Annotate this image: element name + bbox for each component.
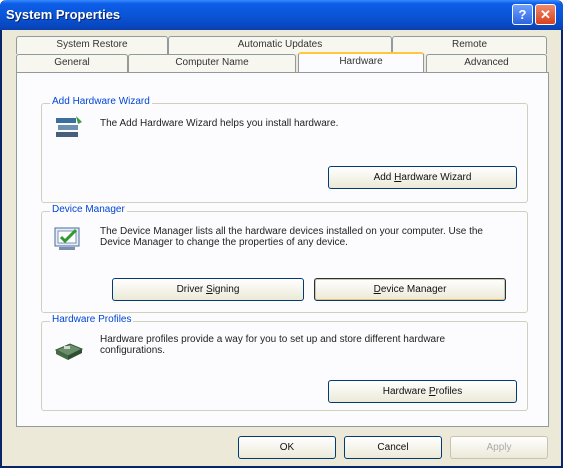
hardware-wizard-icon	[56, 116, 82, 137]
cancel-button[interactable]: Cancel	[344, 436, 442, 459]
hardware-profiles-group: Hardware Profiles Hardware profiles prov…	[41, 314, 528, 411]
help-button[interactable]: ?	[512, 4, 533, 25]
group-label-wizard: Add Hardware Wizard	[50, 96, 152, 107]
tab-computer-name[interactable]: Computer Name	[128, 54, 296, 72]
title-bar[interactable]: System Properties ? ✕	[0, 0, 563, 30]
hardware-profiles-button[interactable]: Hardware Profiles	[328, 380, 517, 403]
tab-advanced[interactable]: Advanced	[426, 54, 547, 72]
device-manager-icon	[54, 227, 80, 250]
add-hardware-wizard-button[interactable]: Add Hardware Wizard	[328, 166, 517, 189]
device-manager-button[interactable]: Device Manager	[314, 278, 506, 301]
group-label-hardware-profiles: Hardware Profiles	[50, 314, 134, 325]
group-label-device-manager: Device Manager	[50, 204, 127, 215]
close-button[interactable]: ✕	[535, 4, 556, 25]
hardware-tab-panel: Add Hardware Wizard The Add Hardware Wiz…	[16, 72, 549, 427]
window-title: System Properties	[6, 7, 121, 22]
driver-signing-button[interactable]: Driver Signing	[112, 278, 304, 301]
device-manager-group: Device Manager The Device Manager lists …	[41, 204, 528, 313]
device-manager-description: The Device Manager lists all the hardwar…	[100, 226, 483, 248]
apply-button[interactable]: Apply	[450, 436, 548, 459]
tab-hardware[interactable]: Hardware	[298, 52, 424, 72]
hardware-profiles-icon	[54, 343, 84, 360]
ok-button[interactable]: OK	[238, 436, 336, 459]
hardware-profiles-description: Hardware profiles provide a way for you …	[100, 334, 445, 356]
wizard-description: The Add Hardware Wizard helps you instal…	[100, 118, 339, 129]
add-hardware-wizard-group: Add Hardware Wizard The Add Hardware Wiz…	[41, 96, 528, 203]
tab-system-restore[interactable]: System Restore	[16, 36, 168, 54]
tab-general[interactable]: General	[16, 54, 128, 72]
system-properties-window: System Properties ? ✕ System Restore Aut…	[0, 0, 563, 468]
